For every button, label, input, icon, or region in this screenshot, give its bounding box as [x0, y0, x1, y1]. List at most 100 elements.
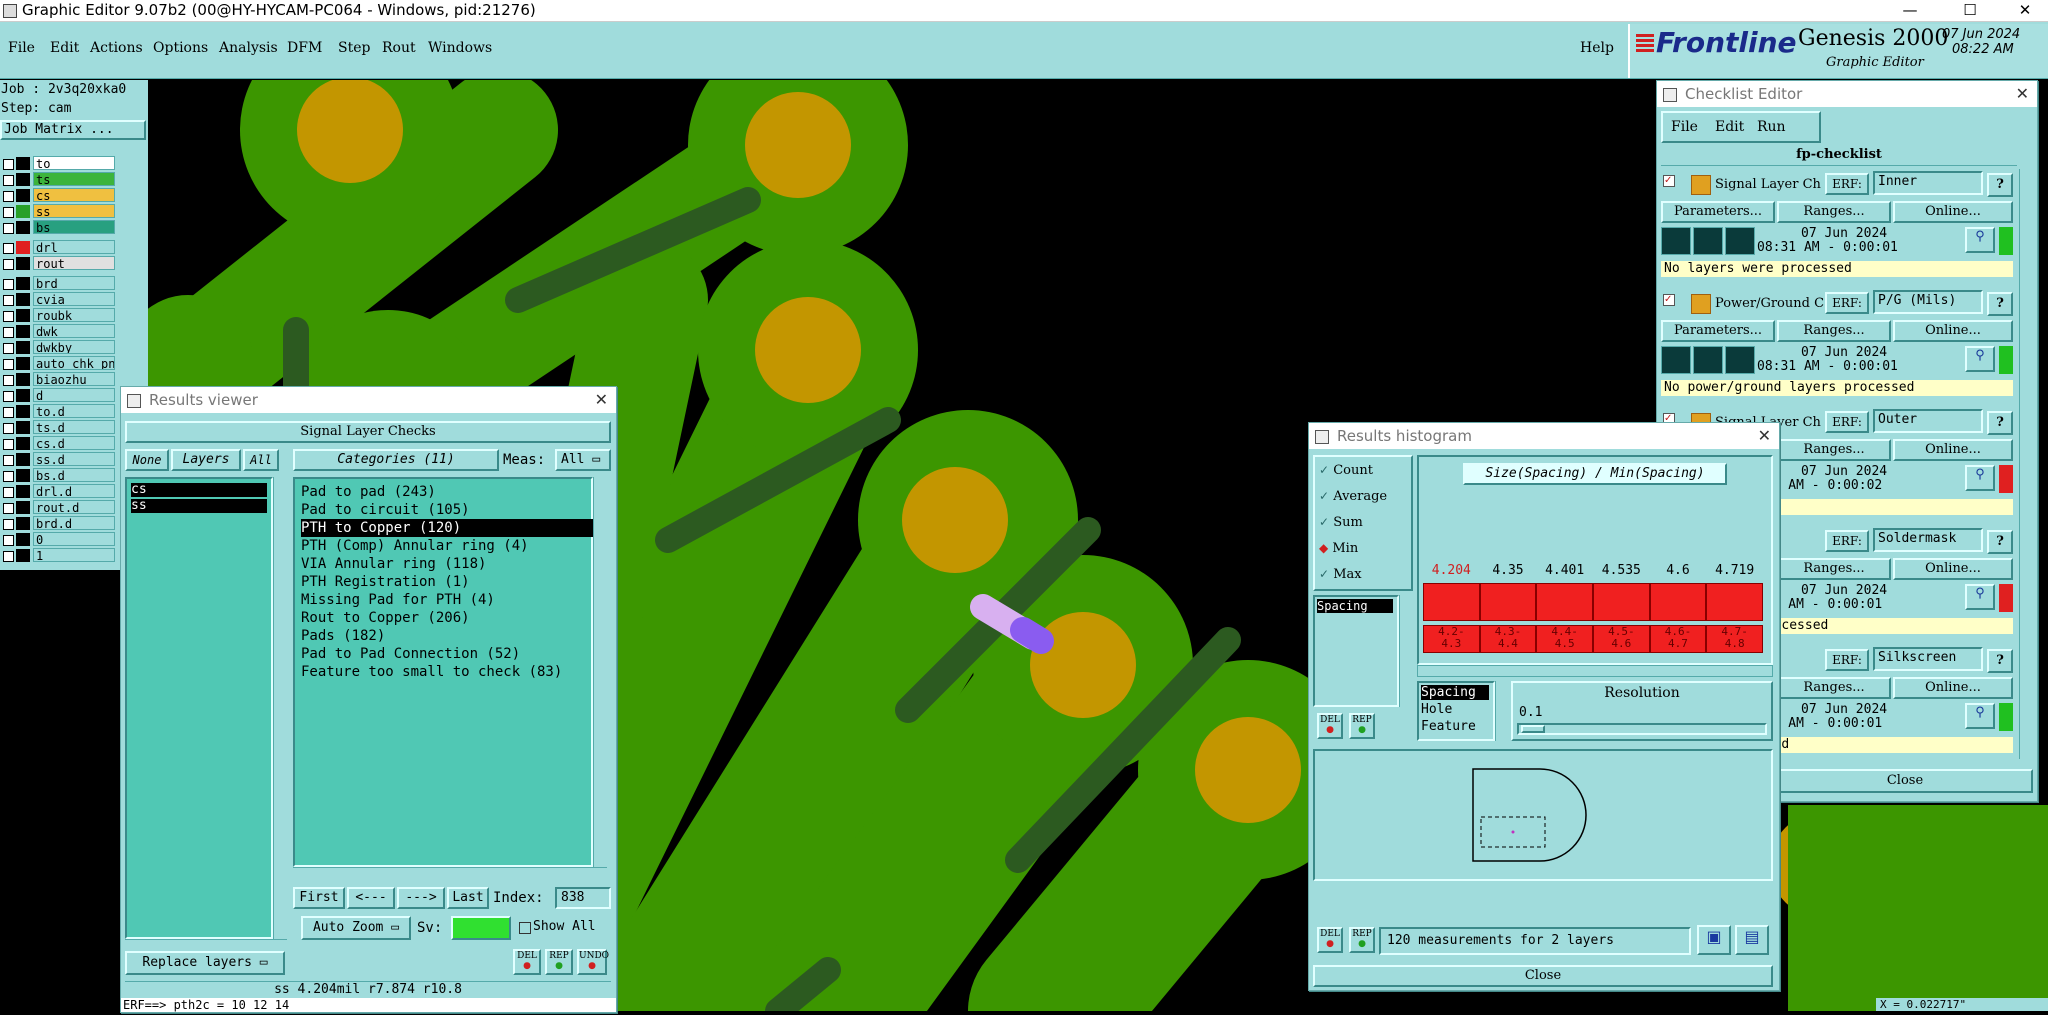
help-icon[interactable]: ?	[1987, 292, 2013, 316]
layer-color-swatch[interactable]	[16, 157, 30, 170]
categories-button[interactable]: Categories (11)	[293, 449, 499, 471]
layer-name[interactable]: cvia	[33, 292, 115, 306]
histogram-bar[interactable]	[1593, 583, 1650, 621]
layer-color-swatch[interactable]	[16, 257, 30, 270]
parameters-button[interactable]: Parameters...	[1661, 201, 1775, 223]
layer-color-swatch[interactable]	[16, 421, 30, 434]
layer-checkbox[interactable]	[3, 295, 14, 306]
layer-color-swatch[interactable]	[16, 485, 30, 498]
resolution-slider-handle[interactable]	[1521, 725, 1545, 733]
run-icon[interactable]	[1693, 227, 1723, 255]
layer-checkbox[interactable]	[3, 439, 14, 450]
measure-type-hole[interactable]: Hole	[1421, 702, 1452, 717]
layer-row-to[interactable]: to	[0, 156, 118, 171]
layer-color-swatch[interactable]	[16, 437, 30, 450]
category-item[interactable]: Pads (182)	[301, 627, 385, 645]
histogram-bar[interactable]	[1649, 583, 1707, 621]
histogram-bar[interactable]	[1536, 583, 1593, 621]
maximize-button[interactable]: ☐	[1950, 0, 1990, 20]
histogram-hscrollbar[interactable]	[1417, 665, 1773, 677]
show-all-checkbox[interactable]	[519, 922, 531, 934]
minimize-button[interactable]: —	[1890, 0, 1930, 20]
layer-item-ss[interactable]: ss	[131, 499, 267, 513]
layer-checkbox[interactable]	[3, 455, 14, 466]
layer-row-d[interactable]: d	[0, 388, 118, 403]
menu-help[interactable]: Help	[1580, 40, 1614, 56]
close-button[interactable]: ✕	[2005, 0, 2045, 20]
layer-color-swatch[interactable]	[16, 309, 30, 322]
layer-color-swatch[interactable]	[16, 277, 30, 290]
layer-color-swatch[interactable]	[16, 453, 30, 466]
histogram-bar[interactable]	[1706, 583, 1763, 621]
online-button[interactable]: Online...	[1893, 201, 2013, 223]
layer-name[interactable]: ts.d	[33, 420, 115, 434]
layer-name[interactable]: brd.d	[33, 516, 115, 530]
layer-row-auto-chk-pn[interactable]: auto_chk_pn	[0, 356, 118, 371]
menu-file[interactable]: File	[8, 40, 35, 56]
online-button[interactable]: Online...	[1893, 677, 2013, 699]
layer-color-swatch[interactable]	[16, 517, 30, 530]
run-icon[interactable]	[1661, 227, 1691, 255]
next-button[interactable]: --->	[397, 887, 445, 909]
ranges-button[interactable]: Ranges...	[1777, 201, 1891, 223]
parameters-button[interactable]: Parameters...	[1661, 320, 1775, 342]
list-view-icon[interactable]: ▤	[1735, 925, 1769, 955]
layer-checkbox[interactable]	[3, 191, 14, 202]
layers-button[interactable]: Layers	[171, 449, 241, 471]
categories-scrollbar[interactable]	[593, 477, 608, 867]
layer-name[interactable]: auto_chk_pn	[33, 356, 115, 370]
layer-checkbox[interactable]	[3, 423, 14, 434]
category-item[interactable]: PTH (Comp) Annular ring (4)	[301, 537, 529, 555]
stat-option-max[interactable]: ✓ Max	[1319, 567, 1362, 582]
menu-analysis[interactable]: Analysis	[219, 40, 278, 56]
layer-name[interactable]: rout.d	[33, 500, 115, 514]
layer-name[interactable]: roubk	[33, 308, 115, 322]
chart-view-icon[interactable]: ▣	[1697, 925, 1731, 955]
view-results-icon[interactable]: ⚲	[1965, 465, 1995, 491]
layer-row-drl-d[interactable]: drl.d	[0, 484, 118, 499]
layer-row-rout-d[interactable]: rout.d	[0, 500, 118, 515]
run-icon[interactable]	[1661, 346, 1691, 374]
layer-checkbox[interactable]	[3, 279, 14, 290]
online-button[interactable]: Online...	[1893, 320, 2013, 342]
categories-list[interactable]: Pad to pad (243) Pad to circuit (105) PTH …	[293, 477, 593, 867]
erf-value[interactable]: Outer	[1873, 409, 1983, 433]
layer-checkbox[interactable]	[3, 471, 14, 482]
layer-checkbox[interactable]	[3, 259, 14, 270]
close-icon[interactable]: ✕	[595, 387, 608, 413]
layer-checkbox[interactable]	[3, 375, 14, 386]
layer-color-swatch[interactable]	[16, 405, 30, 418]
measure-type-feature[interactable]: Feature	[1421, 719, 1476, 734]
layer-name[interactable]: brd	[33, 276, 115, 290]
checklist-close-button[interactable]: Close	[1777, 769, 2033, 793]
measure-list[interactable]: Spacing	[1313, 595, 1399, 707]
ranges-button[interactable]: Ranges...	[1777, 439, 1891, 461]
rep-button[interactable]: REP ●	[545, 949, 573, 975]
menu-options[interactable]: Options	[153, 40, 208, 56]
job-matrix-button[interactable]: Job Matrix ...	[0, 120, 146, 140]
item-enable-checkbox[interactable]: ✓	[1663, 175, 1675, 187]
layer-row-ss-d[interactable]: ss.d	[0, 452, 118, 467]
layer-row-dwk[interactable]: dwk	[0, 324, 118, 339]
measure-list-scrollbar[interactable]	[1399, 595, 1414, 707]
measure-list-item[interactable]: Spacing	[1317, 599, 1393, 613]
layer-color-swatch[interactable]	[16, 357, 30, 370]
first-button[interactable]: First	[293, 887, 345, 909]
layer-checkbox[interactable]	[3, 159, 14, 170]
layer-name[interactable]: drl	[33, 240, 115, 254]
close-icon[interactable]: ✕	[1758, 423, 1771, 449]
layer-row-brd[interactable]: brd	[0, 276, 118, 291]
category-item[interactable]: Feature too small to check (83)	[301, 663, 562, 681]
run-icon[interactable]	[1725, 227, 1755, 255]
ranges-button[interactable]: Ranges...	[1777, 677, 1891, 699]
layer-row-ts[interactable]: ts	[0, 172, 118, 187]
all-button[interactable]: All	[243, 449, 279, 471]
layer-name[interactable]: 1	[33, 548, 115, 562]
layer-name[interactable]: dwkby	[33, 340, 115, 354]
ranges-button[interactable]: Ranges...	[1777, 320, 1891, 342]
layer-row-ts-d[interactable]: ts.d	[0, 420, 118, 435]
layer-checkbox[interactable]	[3, 487, 14, 498]
resolution-slider[interactable]	[1517, 723, 1767, 735]
prev-button[interactable]: <---	[347, 887, 395, 909]
category-item[interactable]: Pad to pad (243)	[301, 483, 436, 501]
